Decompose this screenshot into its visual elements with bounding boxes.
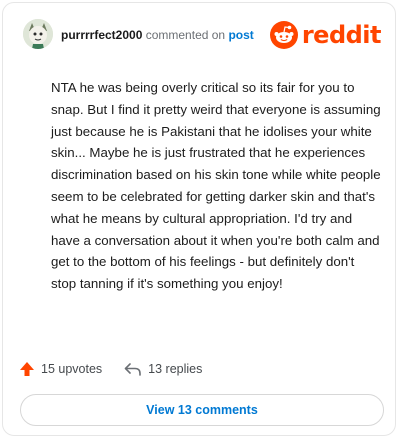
author-name[interactable]: purrrrfect2000 [61,28,142,42]
reply-arrow-icon [124,363,141,376]
comment-card: purrrrfect2000 commented on post reddit … [2,2,396,436]
reddit-wordmark: reddit [301,21,382,49]
user-avatar[interactable] [23,19,53,49]
reddit-logo[interactable]: reddit [269,20,382,50]
comment-actions: 15 upvotes 13 replies [19,359,202,379]
replies-button[interactable]: 13 replies [124,361,202,377]
upvote-count: 15 upvotes [41,362,103,376]
comment-body: NTA he was being overly critical so its … [51,80,381,292]
view-comments-button[interactable]: View 13 comments [20,394,384,426]
upvote-button[interactable]: 15 upvotes [19,361,102,377]
post-link[interactable]: post [228,28,253,42]
comment-meta: purrrrfect2000 commented on post [61,27,254,43]
replies-count: 13 replies [148,362,203,376]
reddit-alien-icon [269,21,298,49]
upvote-arrow-icon [20,362,34,376]
action-text: commented on [145,28,226,42]
comment-header: purrrrfect2000 commented on post reddit [23,19,382,53]
